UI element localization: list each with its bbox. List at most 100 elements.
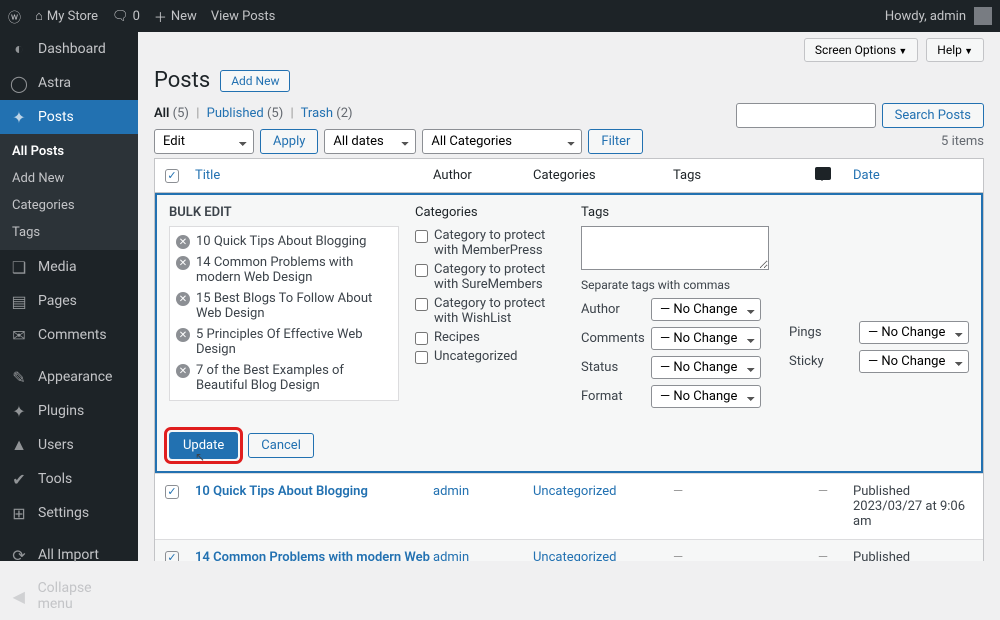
select-all-checkbox[interactable]: ✓ (165, 169, 179, 183)
categories-select[interactable]: All Categories (422, 129, 582, 154)
post-author-link[interactable]: admin (433, 484, 469, 499)
bulk-action-select[interactable]: Edit (154, 129, 254, 154)
post-category-link[interactable]: Uncategorized (533, 484, 616, 499)
apply-button[interactable]: Apply (260, 129, 318, 154)
post-author-link[interactable]: admin (433, 550, 469, 561)
sidebar-item-allimport[interactable]: ⟳All Import (0, 538, 138, 572)
th-comments[interactable] (793, 167, 853, 184)
search-posts-button[interactable]: Search Posts (882, 103, 984, 128)
remove-icon[interactable]: ✕ (176, 292, 190, 306)
sidebar-item-collapse[interactable]: ◀Collapse menu (0, 572, 138, 620)
settings-icon: ⊞ (10, 504, 28, 522)
sidebar-label: Settings (38, 505, 89, 521)
remove-icon[interactable]: ✕ (176, 364, 190, 378)
cat-checkbox[interactable] (415, 298, 428, 311)
remove-icon[interactable]: ✕ (176, 256, 190, 270)
dates-select[interactable]: All dates (324, 129, 416, 154)
bulk-post-item: ✕ 15 Best Blogs To Follow About Web Desig… (176, 288, 392, 324)
pin-icon: ✦ (10, 108, 28, 126)
sticky-select[interactable]: — No Change — (859, 350, 969, 373)
sidebar-label: Comments (38, 327, 107, 343)
new-label: New (171, 9, 197, 24)
remove-icon[interactable]: ✕ (176, 328, 190, 342)
post-tags: — (673, 484, 793, 499)
bulk-post-item: ✕10 Quick Tips About Blogging (176, 231, 392, 252)
cat-checkbox[interactable] (415, 264, 428, 277)
filter-trash[interactable]: Trash (2) (301, 106, 353, 121)
filter-published[interactable]: Published (5) (207, 106, 284, 121)
th-tags: Tags (673, 168, 793, 183)
admin-top-bar: ⓦ ⌂ My Store 🗨 0 ＋ New View Posts Howdy,… (0, 0, 1000, 32)
sidebar-item-posts[interactable]: ✦Posts (0, 100, 138, 134)
table-row: ✓ 14 Common Problems with modern Web Des… (155, 539, 983, 561)
sidebar-label: Plugins (38, 403, 84, 419)
search-input[interactable] (736, 103, 876, 128)
cancel-button[interactable]: Cancel (248, 433, 314, 458)
admin-sidebar: ◐Dashboard ◯Astra ✦Posts All Posts Add N… (0, 32, 138, 561)
tags-input[interactable] (581, 226, 769, 270)
sidebar-item-tools[interactable]: ✔Tools (0, 462, 138, 496)
kv-label: Pings (789, 325, 849, 340)
bulk-post-item: ✕5 Principles Of Effective Web Design (176, 324, 392, 360)
bulk-edit-heading: BULK EDIT (169, 205, 399, 220)
view-posts-link[interactable]: View Posts (211, 9, 276, 24)
sidebar-item-users[interactable]: ▲Users (0, 428, 138, 462)
kv-label: Format (581, 389, 641, 404)
th-author: Author (433, 168, 533, 183)
format-select[interactable]: — No Change — (651, 385, 761, 408)
submenu-add-new[interactable]: Add New (0, 165, 138, 192)
add-new-button[interactable]: Add New (220, 70, 290, 92)
row-checkbox[interactable]: ✓ (165, 485, 179, 499)
status-select[interactable]: — No Change — (651, 356, 761, 379)
media-icon: ❑ (10, 258, 28, 276)
new-link[interactable]: ＋ New (154, 7, 197, 26)
plugins-icon: ✦ (10, 402, 28, 420)
sidebar-item-settings[interactable]: ⊞ Settings (0, 496, 138, 530)
comments-link[interactable]: 🗨 0 (112, 9, 140, 24)
kv-label: Status (581, 360, 641, 375)
submenu-tags[interactable]: Tags (0, 219, 138, 246)
collapse-icon: ◀ (10, 587, 28, 605)
cat-checkbox[interactable] (415, 332, 428, 345)
cat-label: Category to protect with WishList (434, 296, 565, 326)
sidebar-item-appearance[interactable]: ✎Appearance (0, 360, 138, 394)
bulk-post-title: 14 Common Problems with modern Web Desig… (196, 255, 392, 285)
cat-checkbox[interactable] (415, 230, 428, 243)
post-status: Published (853, 550, 973, 561)
post-title-link[interactable]: 14 Common Problems with modern Web Desig… (195, 550, 430, 561)
row-checkbox[interactable]: ✓ (165, 551, 179, 562)
remove-icon[interactable]: ✕ (176, 235, 190, 249)
th-title[interactable]: Title (195, 168, 433, 183)
th-date[interactable]: Date (853, 168, 973, 183)
sidebar-label: Media (38, 259, 77, 275)
sidebar-item-pages[interactable]: ▤Pages (0, 284, 138, 318)
avatar[interactable] (974, 7, 992, 25)
submenu-all-posts[interactable]: All Posts (0, 138, 138, 165)
post-category-link[interactable]: Uncategorized (533, 550, 616, 561)
post-tags: — (673, 550, 793, 561)
screen-options-button[interactable]: Screen Options (804, 38, 918, 62)
wp-logo[interactable]: ⓦ (8, 7, 21, 26)
help-button[interactable]: Help (926, 38, 984, 62)
submenu-categories[interactable]: Categories (0, 192, 138, 219)
sidebar-item-astra[interactable]: ◯Astra (0, 66, 138, 100)
pings-select[interactable]: — No Change — (859, 321, 969, 344)
site-link[interactable]: ⌂ My Store (35, 8, 98, 24)
cat-checkbox[interactable] (415, 351, 428, 364)
comments-select[interactable]: — No Change — (651, 327, 761, 350)
sidebar-item-media[interactable]: ❑ Media (0, 250, 138, 284)
howdy[interactable]: Howdy, admin (885, 9, 966, 24)
post-date: 2023/03/27 at 9:06 am (853, 499, 965, 529)
appearance-icon: ✎ (10, 368, 28, 386)
dashboard-icon: ◐ (10, 40, 28, 58)
sidebar-item-dashboard[interactable]: ◐Dashboard (0, 32, 138, 66)
post-status: Published (853, 484, 973, 499)
author-select[interactable]: — No Change — (651, 298, 761, 321)
post-title-link[interactable]: 10 Quick Tips About Blogging (195, 484, 368, 499)
filter-all[interactable]: All (5) (154, 106, 189, 121)
sidebar-item-plugins[interactable]: ✦ Plugins (0, 394, 138, 428)
sidebar-item-comments[interactable]: ✉Comments (0, 318, 138, 352)
sidebar-label: Astra (38, 75, 71, 91)
filter-button[interactable]: Filter (588, 129, 643, 154)
bulk-post-title: 15 Best Blogs To Follow About Web Design (196, 291, 392, 321)
